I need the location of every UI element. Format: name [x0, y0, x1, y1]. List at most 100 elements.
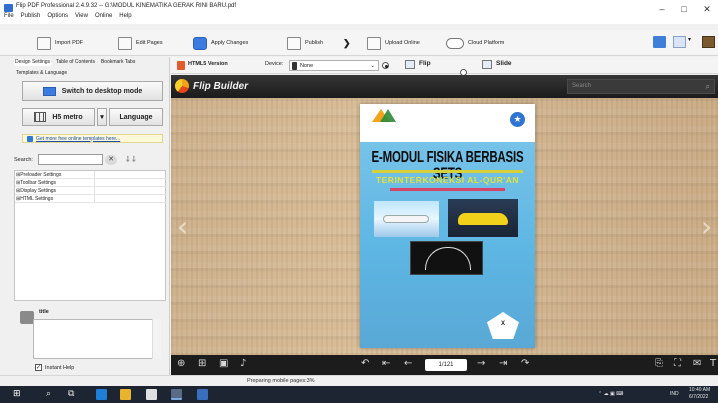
store-icon[interactable] [146, 389, 157, 400]
tree-item-preloader[interactable]: ⊞Preloader Settings [15, 171, 167, 179]
prev-page-icon[interactable]: ← [404, 358, 412, 369]
switch-desktop-button[interactable]: Switch to desktop mode [22, 81, 163, 101]
status-bar: Preparing mobile pages:3% [0, 375, 718, 386]
instant-help-toggle[interactable]: ✓ Instant Help [35, 364, 74, 371]
zoom-icon[interactable]: ⊕ [177, 358, 185, 369]
close-button[interactable]: ✕ [697, 4, 717, 15]
settings-search-input[interactable] [38, 154, 103, 165]
clear-search-icon[interactable]: ✕ [105, 155, 117, 165]
layout-grid-icon[interactable] [673, 36, 686, 48]
template-selector[interactable]: H5 metro [22, 108, 95, 126]
maximize-button[interactable]: □ [674, 4, 694, 14]
flipbook-preview: Flip Builder Search ⌕ ‹ › ★ E-MODUL FISI… [171, 75, 718, 355]
fullscreen-icon[interactable]: ⛶ [674, 358, 681, 369]
instant-help-checkbox[interactable]: ✓ [35, 364, 42, 371]
menu-bar: File Publish Options View Online Help [4, 13, 132, 19]
start-icon[interactable]: ⊞ [13, 389, 21, 399]
settings-tree: ⊞Preloader Settings ⊞Toolbar Settings ⊞D… [14, 170, 167, 301]
title-bar: Flip PDF Professional 2.4.9.32 -- G:\MOD… [0, 0, 718, 24]
menu-options[interactable]: Options [47, 13, 68, 19]
edit-pages-button[interactable]: Edit Pages [118, 35, 163, 51]
language-button[interactable]: Language [109, 108, 163, 126]
apply-changes-button[interactable]: Apply Changes [193, 35, 248, 51]
cover-stripe-yellow [372, 170, 523, 173]
prev-page-arrow-icon[interactable]: ‹ [177, 210, 188, 243]
apply-changes-icon [193, 36, 207, 50]
phone-icon [292, 61, 297, 70]
flip-label: Flip [419, 60, 431, 67]
publish-button[interactable]: Publish [287, 35, 323, 51]
import-pdf-label: Import PDF [55, 40, 84, 46]
device-select[interactable]: None ⌄ [289, 60, 379, 71]
layout-blue-icon[interactable] [653, 36, 666, 48]
menu-publish[interactable]: Publish [21, 13, 41, 19]
theme-icon[interactable] [702, 36, 715, 48]
text-icon[interactable]: T [710, 358, 716, 369]
flip-radio[interactable] [382, 62, 389, 69]
app-taskbar-icon[interactable] [197, 389, 208, 400]
next-page-arrow-icon[interactable]: › [701, 210, 712, 243]
more-templates-link[interactable]: Get more free online templates here... [22, 134, 163, 143]
file-explorer-icon[interactable] [120, 389, 131, 400]
tab-bookmark-tabs[interactable]: Bookmark Tabs [100, 59, 136, 66]
last-page-icon[interactable]: ⇥ [499, 358, 507, 369]
tab-templates-language[interactable]: Templates & Language [16, 70, 67, 76]
menu-help[interactable]: Help [119, 13, 131, 19]
template-dropdown-icon[interactable]: ▾ [97, 108, 107, 126]
more-templates-label: Get more free online templates here... [36, 135, 121, 142]
monitor-icon [42, 86, 56, 96]
forward-icon[interactable]: ↷ [521, 358, 529, 369]
email-icon[interactable]: ✉ [693, 358, 701, 369]
device-label: Device: [265, 61, 284, 67]
page-indicator[interactable]: 1/121 [425, 359, 467, 371]
help-scrollbar[interactable] [152, 319, 161, 359]
first-page-back-icon[interactable]: ↶ [361, 358, 369, 369]
upload-online-button[interactable]: Upload Online [367, 35, 420, 51]
tray-icons[interactable]: ⌃ ☁ ▣ ⌨ [598, 391, 623, 397]
tree-expand-icons[interactable]: ⸸ ⸸ [126, 154, 136, 165]
brand: Flip Builder [175, 79, 248, 93]
airplane-image [374, 201, 439, 237]
sound-icon[interactable]: ♪ [240, 358, 246, 369]
search-icon[interactable]: ⌕ [706, 82, 710, 92]
cloud-platform-button[interactable]: Cloud Platform [446, 35, 504, 51]
tree-item-toolbar[interactable]: ⊞Toolbar Settings [15, 179, 167, 187]
task-view-icon[interactable]: ⧉ [68, 389, 74, 399]
viewer-search-placeholder: Search [572, 83, 592, 89]
minimize-button[interactable]: – [652, 4, 672, 14]
edge-browser-icon[interactable] [96, 389, 107, 400]
html5-icon [177, 61, 185, 70]
clock-time[interactable]: 10:40 AM [689, 387, 710, 393]
menu-file[interactable]: File [4, 13, 14, 19]
tab-table-of-contents[interactable]: Table of Contents [55, 59, 96, 66]
language-indicator[interactable]: IND [670, 391, 679, 397]
menu-view[interactable]: View [75, 13, 88, 19]
help-pencil-icon [20, 311, 34, 324]
tab-design-settings[interactable]: Design Settings [14, 59, 52, 66]
upload-online-label: Upload Online [385, 40, 420, 46]
cover-badge-icon: ★ [508, 110, 527, 129]
share-icon[interactable]: ⎘ [655, 358, 663, 369]
viewer-search-input[interactable]: Search ⌕ [567, 79, 715, 94]
first-page-icon[interactable]: ⇤ [382, 358, 390, 369]
slideshow-icon[interactable]: ▣ [219, 358, 228, 369]
taskbar-search-icon[interactable]: ⌕ [46, 389, 51, 399]
cloud-platform-label: Cloud Platform [468, 40, 505, 46]
html5-version-label: HTML5 Version [188, 61, 228, 67]
menu-online[interactable]: Online [95, 13, 112, 19]
publish-arrow-icon[interactable]: ❯ [343, 35, 351, 51]
viewer-header: Flip Builder Search ⌕ [171, 75, 718, 98]
flip-pdf-taskbar-icon[interactable] [171, 389, 182, 400]
publish-icon [287, 36, 301, 50]
book-cover[interactable]: ★ E-MODUL FISIKA BERBASIS SETS TERINTERK… [360, 104, 535, 348]
viewer-controls-bar: ⊕ ⊞ ▣ ♪ ↶ ⇤ ← 1/121 → ⇥ ↷ ⎘ ⛶ ✉ T [171, 355, 718, 375]
tree-item-display[interactable]: ⊞Display Settings [15, 187, 167, 195]
tree-item-html[interactable]: ⊞HTML Settings [15, 195, 167, 203]
clock-date[interactable]: 6/7/2022 [689, 394, 708, 400]
import-pdf-button[interactable]: Import PDF [37, 35, 83, 51]
next-page-icon[interactable]: → [477, 358, 485, 369]
cover-subtitle: TERINTERKONEKSI AL-QUR'AN [375, 175, 520, 185]
layout-dropdown-icon[interactable]: ▾ [688, 36, 694, 48]
flip-mode-icon [405, 60, 415, 69]
thumbnails-icon[interactable]: ⊞ [198, 358, 206, 369]
